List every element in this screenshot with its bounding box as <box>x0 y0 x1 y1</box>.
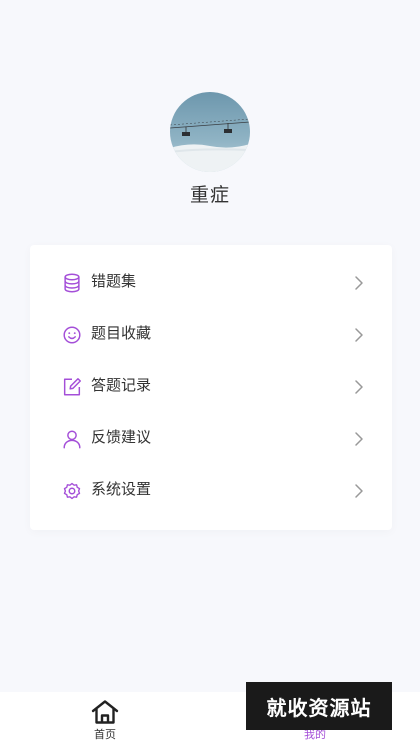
menu-item-wrong-questions[interactable]: 错题集 <box>30 257 392 309</box>
avatar-image <box>170 92 250 172</box>
menu-item-label: 系统设置 <box>91 481 152 498</box>
home-icon <box>91 700 119 724</box>
menu-item-label: 题目收藏 <box>91 325 152 342</box>
settings-icon <box>63 482 81 500</box>
menu-item-answer-records[interactable]: 答题记录 <box>30 361 392 413</box>
watermark: 就收资源站 <box>246 682 392 730</box>
menu-item-label: 答题记录 <box>91 377 152 394</box>
database-icon <box>64 273 80 293</box>
username: 重症 <box>189 185 230 206</box>
tab-home[interactable]: 首页 <box>0 692 210 746</box>
edit-icon <box>63 378 81 396</box>
chevron-right-icon <box>355 276 363 290</box>
menu-item-favorites[interactable]: 题目收藏 <box>30 309 392 361</box>
avatar[interactable] <box>170 92 250 172</box>
smile-icon <box>63 326 81 344</box>
chevron-right-icon <box>355 328 363 342</box>
chevron-right-icon <box>355 380 363 394</box>
menu-item-label: 反馈建议 <box>91 429 152 446</box>
chevron-right-icon <box>355 432 363 446</box>
menu-item-feedback[interactable]: 反馈建议 <box>30 413 392 465</box>
menu-card: 错题集 题目收藏 答题记录 反馈建议 系统设置 <box>30 245 392 530</box>
user-icon <box>63 430 81 449</box>
tab-label: 首页 <box>94 729 116 741</box>
menu-item-settings[interactable]: 系统设置 <box>30 465 392 517</box>
chevron-right-icon <box>355 484 363 498</box>
menu-item-label: 错题集 <box>91 273 137 290</box>
